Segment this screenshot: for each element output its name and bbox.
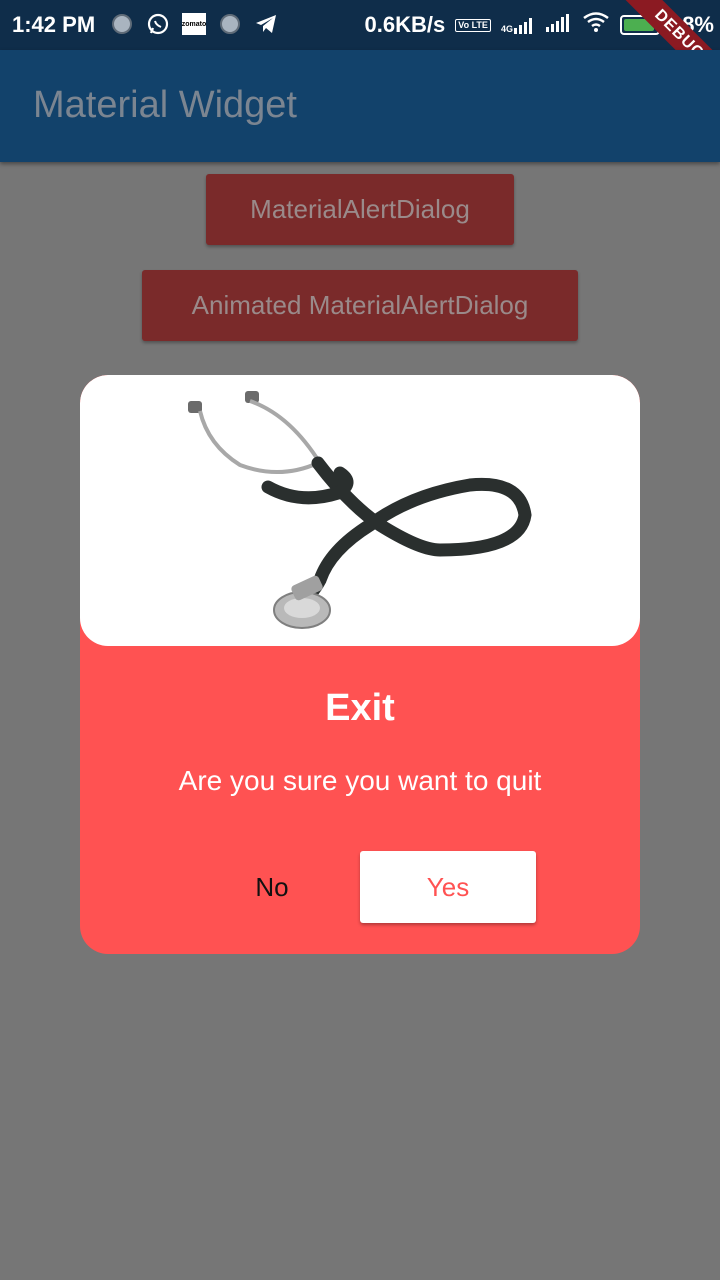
network-speed: 0.6KB/s (364, 12, 446, 37)
signal-4g-icon: 4G (501, 16, 536, 34)
dialog-image (80, 375, 640, 646)
stethoscope-icon (188, 391, 532, 629)
dialog-message: Are you sure you want to quit (178, 765, 542, 796)
signal-icon (545, 12, 572, 38)
telegram-icon (254, 12, 278, 36)
yes-button[interactable]: Yes (360, 851, 536, 923)
animated-material-alert-dialog-button: Animated MaterialAlertDialog (142, 270, 578, 341)
app-bar-title: Material Widget (33, 84, 297, 126)
volte-badge: Vo LTE (455, 18, 491, 32)
notification-dot-icon (110, 12, 134, 36)
wifi-icon (582, 12, 610, 38)
notification-dot-icon (218, 12, 242, 36)
zomato-label: zomato (181, 13, 207, 35)
zomato-icon: zomato (181, 12, 207, 36)
material-alert-dialog-button: MaterialAlertDialog (206, 174, 514, 245)
exit-dialog: Exit Are you sure you want to quit No Ye… (80, 375, 640, 954)
network-type: 4G (500, 24, 513, 34)
no-button[interactable]: No (212, 851, 332, 923)
status-bar: 1:42 PM zomato 0.6KB/s Vo LTE 4G 98% DEB… (0, 0, 720, 105)
status-time: 1:42 PM (12, 12, 96, 37)
app-bar: Material Widget (0, 50, 720, 162)
dialog-title: Exit (325, 687, 395, 729)
whatsapp-icon (146, 12, 170, 36)
status-left-icons: zomato (110, 12, 278, 36)
